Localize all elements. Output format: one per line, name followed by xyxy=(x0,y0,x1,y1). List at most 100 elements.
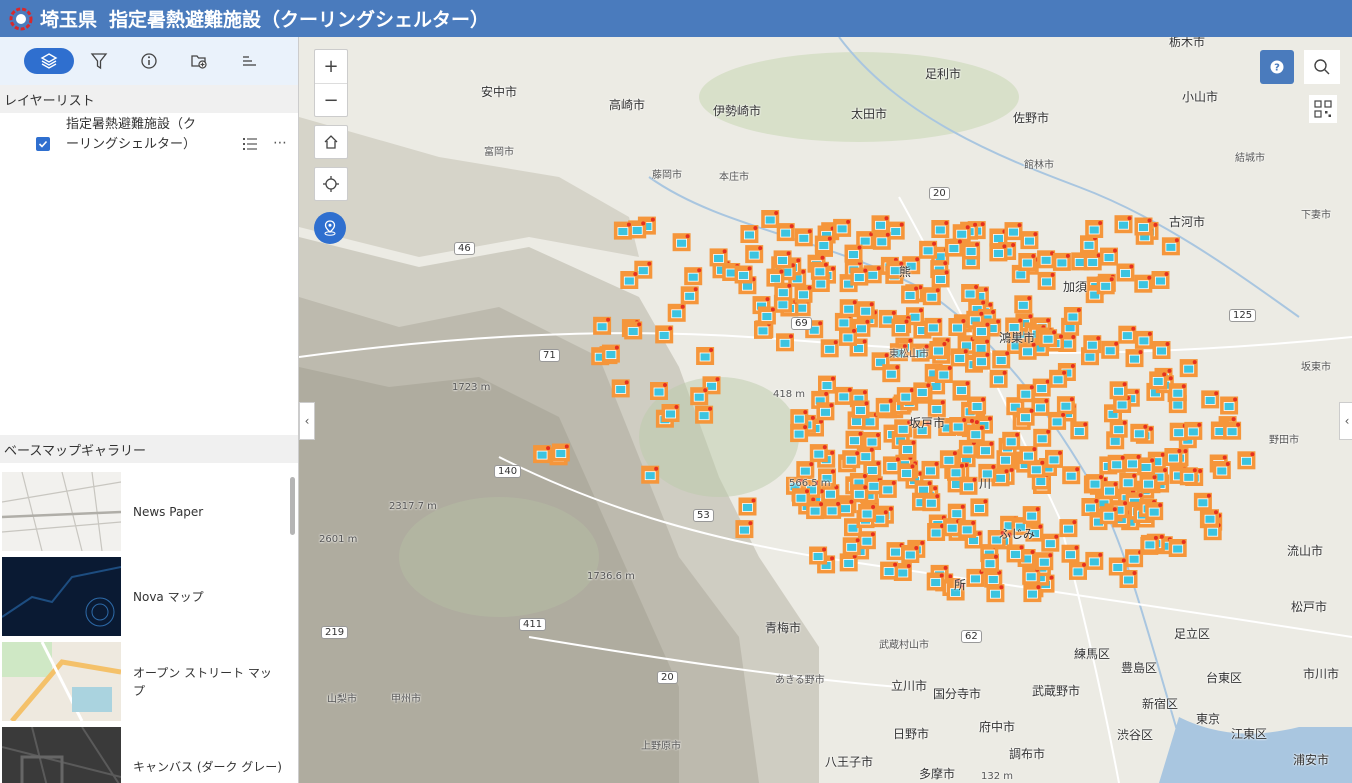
shelter-marker[interactable] xyxy=(601,344,620,363)
shelter-marker[interactable] xyxy=(1123,453,1142,472)
shelter-marker[interactable] xyxy=(1086,474,1104,493)
shelter-marker[interactable] xyxy=(620,271,639,289)
shelter-marker[interactable] xyxy=(1140,534,1159,553)
shelter-marker[interactable] xyxy=(992,350,1011,369)
shelter-marker[interactable] xyxy=(897,463,916,482)
shelter-marker[interactable] xyxy=(972,351,991,370)
shelter-marker[interactable] xyxy=(931,220,950,238)
help-button[interactable]: ? xyxy=(1260,50,1294,84)
shelter-marker[interactable] xyxy=(1145,502,1164,521)
basemap-scrollbar[interactable] xyxy=(290,477,295,535)
shelter-marker[interactable] xyxy=(1004,222,1023,241)
collapse-panel-right-button[interactable]: ‹ xyxy=(1339,402,1352,440)
shelter-marker[interactable] xyxy=(1096,276,1115,295)
shelter-marker[interactable] xyxy=(794,228,813,247)
add-layer-tab[interactable] xyxy=(174,48,224,74)
shelter-marker[interactable] xyxy=(966,424,985,443)
shelter-marker[interactable] xyxy=(684,267,703,286)
shelter-marker[interactable] xyxy=(948,318,967,336)
shelter-marker[interactable] xyxy=(858,504,877,522)
shelter-marker[interactable] xyxy=(745,245,764,264)
shelter-marker[interactable] xyxy=(1130,423,1149,442)
shelter-marker[interactable] xyxy=(1069,561,1087,580)
shelter-marker[interactable] xyxy=(1048,411,1067,430)
shelter-marker[interactable] xyxy=(1184,421,1203,440)
shelter-marker[interactable] xyxy=(650,382,668,400)
shelter-marker[interactable] xyxy=(809,546,828,565)
shelter-marker[interactable] xyxy=(776,333,794,352)
shelter-marker[interactable] xyxy=(833,218,852,237)
shelter-marker[interactable] xyxy=(972,321,991,340)
shelter-marker[interactable] xyxy=(896,387,915,406)
shelter-marker[interactable] xyxy=(533,445,552,464)
shelter-marker[interactable] xyxy=(1100,247,1118,266)
shelter-marker[interactable] xyxy=(898,439,917,458)
shelter-marker[interactable] xyxy=(613,221,632,240)
shelter-marker[interactable] xyxy=(696,347,715,365)
shelter-marker[interactable] xyxy=(959,476,978,495)
shelter-marker[interactable] xyxy=(661,404,680,422)
shelter-marker[interactable] xyxy=(1161,237,1180,256)
shelter-marker[interactable] xyxy=(976,440,995,459)
shelter-marker[interactable] xyxy=(823,500,842,519)
shelter-marker[interactable] xyxy=(1022,506,1041,525)
shelter-marker[interactable] xyxy=(1049,369,1068,388)
shelter-marker[interactable] xyxy=(1056,396,1075,415)
shelter-marker[interactable] xyxy=(820,339,839,358)
shelter-marker[interactable] xyxy=(1006,544,1025,563)
shelter-marker[interactable] xyxy=(1134,274,1153,293)
shelter-marker[interactable] xyxy=(919,240,938,259)
shelter-marker[interactable] xyxy=(1019,446,1038,465)
shelter-marker[interactable] xyxy=(1179,359,1198,378)
shelter-marker[interactable] xyxy=(1109,419,1128,438)
shelter-marker[interactable] xyxy=(1070,421,1089,440)
shelter-marker[interactable] xyxy=(695,405,714,424)
shelter-marker[interactable] xyxy=(1016,407,1035,426)
zoom-out-button[interactable]: − xyxy=(315,83,347,117)
shelter-marker[interactable] xyxy=(1061,544,1080,563)
basemap-item-newspaper[interactable]: News Paper xyxy=(0,469,298,554)
shelter-marker[interactable] xyxy=(944,238,963,257)
map-view[interactable]: 栃木市 足利市 安中市 高崎市 伊勢崎市 太田市 佐野市 小山市 富岡市 館林市… xyxy=(299,37,1352,783)
shelter-marker[interactable] xyxy=(844,244,863,263)
shelter-marker[interactable] xyxy=(814,235,833,254)
shelter-marker[interactable] xyxy=(738,497,757,516)
basemap-item-nova[interactable]: Nova マップ xyxy=(0,554,298,639)
shelter-marker[interactable] xyxy=(1045,449,1063,468)
shelter-marker[interactable] xyxy=(913,382,932,401)
shelter-marker[interactable] xyxy=(1108,557,1127,576)
shelter-marker[interactable] xyxy=(1212,461,1231,479)
shelter-marker[interactable] xyxy=(989,369,1008,388)
basemap-item-osm[interactable]: オープン ストリート マップ xyxy=(0,639,298,724)
shelter-marker[interactable] xyxy=(927,523,946,541)
shelter-marker[interactable] xyxy=(1237,451,1256,470)
shelter-marker[interactable] xyxy=(1149,371,1168,390)
shelter-marker[interactable] xyxy=(740,225,759,243)
shelter-marker[interactable] xyxy=(921,460,940,479)
shelter-marker[interactable] xyxy=(551,443,570,462)
shelter-marker[interactable] xyxy=(1101,340,1120,359)
shelter-marker[interactable] xyxy=(875,397,894,416)
shelter-marker[interactable] xyxy=(1037,271,1056,290)
shelter-marker[interactable] xyxy=(891,318,910,337)
shelter-marker[interactable] xyxy=(709,248,728,267)
shelter-marker[interactable] xyxy=(1059,519,1078,538)
shelter-marker[interactable] xyxy=(961,284,980,302)
shelter-marker[interactable] xyxy=(1151,271,1170,289)
shelter-marker[interactable] xyxy=(1168,383,1187,402)
search-button[interactable] xyxy=(1304,50,1340,84)
shelter-marker[interactable] xyxy=(624,321,643,340)
shelter-marker[interactable] xyxy=(1032,378,1051,397)
layer-visibility-checkbox[interactable] xyxy=(36,137,50,151)
shelter-marker[interactable] xyxy=(792,488,810,507)
shelter-marker[interactable] xyxy=(1037,250,1056,269)
shelter-marker[interactable] xyxy=(845,430,864,449)
shelter-marker[interactable] xyxy=(1152,341,1171,359)
shelter-marker[interactable] xyxy=(882,364,901,383)
shelter-marker[interactable] xyxy=(761,210,780,228)
shelter-marker[interactable] xyxy=(1223,421,1242,440)
filter-tab[interactable] xyxy=(74,48,124,74)
shelter-marker[interactable] xyxy=(611,379,630,398)
shelter-marker[interactable] xyxy=(774,282,793,301)
shelter-marker[interactable] xyxy=(1083,252,1102,271)
